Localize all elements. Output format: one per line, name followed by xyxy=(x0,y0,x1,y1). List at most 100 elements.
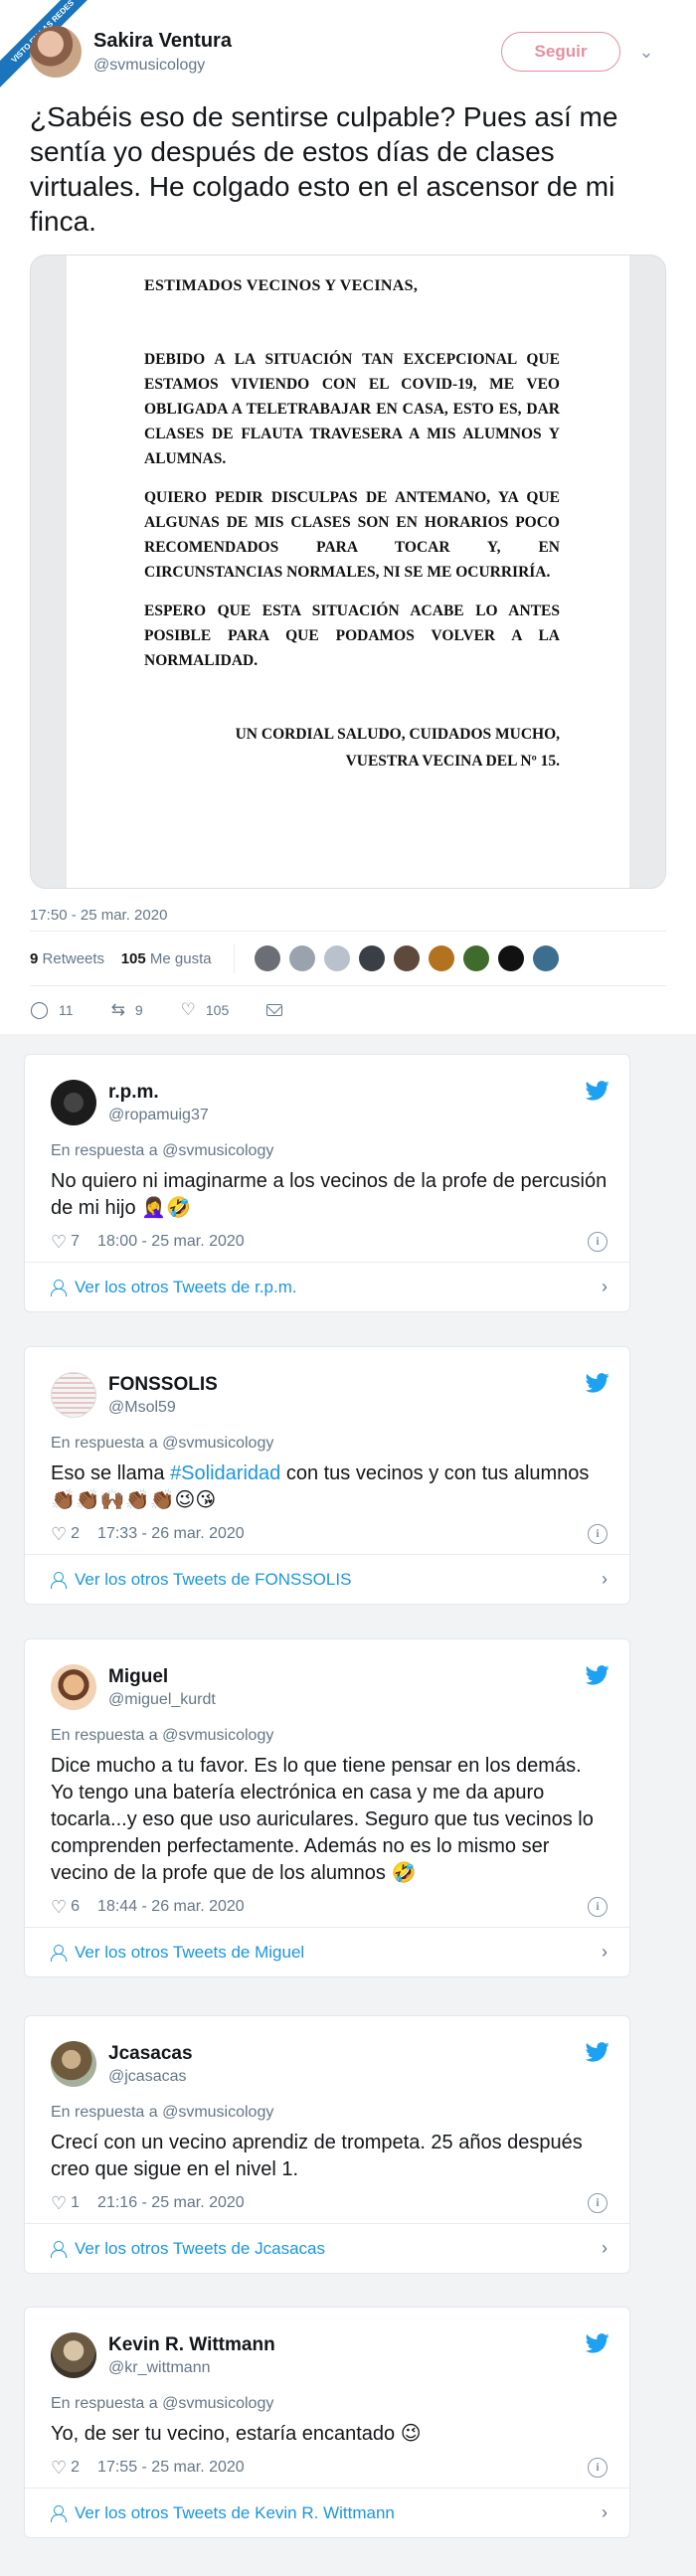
person-icon xyxy=(51,1944,67,1962)
info-icon[interactable]: i xyxy=(588,1897,608,1917)
reply-text: Eso se llama #Solidaridad con tus vecino… xyxy=(51,1460,608,1514)
chevron-right-icon: › xyxy=(602,2502,608,2522)
reply-avatar[interactable] xyxy=(51,1080,96,1125)
letter-paragraph-3: ESPERO QUE ESTA SITUACIÓN ACABE LO ANTES… xyxy=(144,602,560,669)
reply-like-count: 1 xyxy=(71,2194,81,2211)
view-more-tweets-link[interactable]: Ver los otros Tweets de Jcasacas › xyxy=(25,2223,629,2273)
reply-timestamp[interactable]: 18:00 - 25 mar. 2020 xyxy=(97,1233,245,1251)
view-more-tweets-label: Ver los otros Tweets de Miguel xyxy=(75,1942,305,1962)
twitter-bird-icon[interactable] xyxy=(586,1665,609,1685)
person-icon xyxy=(51,2504,67,2522)
reply-author-handle[interactable]: @ropamuig37 xyxy=(108,1107,209,1124)
liker-avatar[interactable] xyxy=(358,945,385,971)
heart-icon[interactable]: ♡ xyxy=(51,1524,67,1545)
replies-area: r.p.m. @ropamuig37 En respuesta a @svmus… xyxy=(0,1034,696,2576)
tweet-timestamp[interactable]: 17:50 - 25 mar. 2020 xyxy=(30,901,666,931)
likes-count: 105 xyxy=(120,949,146,967)
reply-card: r.p.m. @ropamuig37 En respuesta a @svmus… xyxy=(24,1054,630,1312)
liker-avatar[interactable] xyxy=(288,945,315,971)
reply-avatar[interactable] xyxy=(51,1664,96,1710)
letter-closing: UN CORDIAL SALUDO, CUIDADOS MUCHO, VUEST… xyxy=(144,721,560,774)
reply-author-name[interactable]: r.p.m. xyxy=(108,1082,209,1104)
author-handle[interactable]: @svmusicology xyxy=(93,57,232,75)
reply-meta: ♡ 2 17:55 - 25 mar. 2020 i xyxy=(51,2448,608,2488)
tweet-image[interactable]: ESTIMADOS VECINOS Y VECINAS, DEBIDO A LA… xyxy=(30,255,666,889)
retweets-stat[interactable]: 9 Retweets xyxy=(30,950,104,967)
chevron-right-icon: › xyxy=(602,1569,608,1589)
letter-closing-line-2: VUESTRA VECINA DEL Nº 15. xyxy=(345,753,560,770)
reply-to-label[interactable]: En respuesta a @svmusicology xyxy=(51,2395,608,2413)
reply-author-name[interactable]: Jcasacas xyxy=(108,2043,193,2065)
reply-timestamp[interactable]: 17:33 - 26 mar. 2020 xyxy=(97,1525,245,1543)
likes-stat[interactable]: 105 Me gusta xyxy=(121,950,212,967)
liker-avatar[interactable] xyxy=(462,945,489,971)
letter-closing-line-1: UN CORDIAL SALUDO, CUIDADOS MUCHO, xyxy=(235,726,560,743)
liker-avatar[interactable] xyxy=(428,945,454,971)
chevron-right-icon: › xyxy=(602,1942,608,1962)
twitter-bird-icon[interactable] xyxy=(586,1081,609,1101)
view-more-tweets-link[interactable]: Ver los otros Tweets de Kevin R. Wittman… xyxy=(25,2488,629,2537)
view-more-tweets-link[interactable]: Ver los otros Tweets de Miguel › xyxy=(25,1927,629,1976)
liker-avatar[interactable] xyxy=(323,945,350,971)
reply-timestamp[interactable]: 21:16 - 25 mar. 2020 xyxy=(97,2194,245,2212)
likes-label: Me gusta xyxy=(149,949,212,967)
reply-card: Kevin R. Wittmann @kr_wittmann En respue… xyxy=(24,2307,630,2538)
liker-avatar[interactable] xyxy=(254,945,280,971)
twitter-bird-icon[interactable] xyxy=(586,2042,609,2062)
twitter-bird-icon[interactable] xyxy=(586,1373,609,1393)
liker-avatar[interactable] xyxy=(497,945,524,971)
reply-author-name[interactable]: Miguel xyxy=(108,1666,216,1688)
author-avatar[interactable] xyxy=(30,26,82,78)
mail-icon xyxy=(266,1004,283,1016)
like-action[interactable]: ♡ 105 xyxy=(181,1000,230,1020)
heart-icon[interactable]: ♡ xyxy=(51,1897,67,1918)
reply-action[interactable]: ◯ 11 xyxy=(30,1000,74,1020)
reply-to-label[interactable]: En respuesta a @svmusicology xyxy=(51,1142,608,1160)
hashtag-link[interactable]: #Solidaridad xyxy=(170,1462,280,1484)
main-tweet: Sakira Ventura @svmusicology Seguir ⌄ ¿S… xyxy=(0,0,696,1034)
reply-meta: ♡ 1 21:16 - 25 mar. 2020 i xyxy=(51,2183,608,2223)
actions-row: ◯ 11 ⇆ 9 ♡ 105 xyxy=(30,986,666,1034)
reply-author-handle[interactable]: @Msol59 xyxy=(108,1399,218,1417)
info-icon[interactable]: i xyxy=(588,1232,608,1252)
reply-avatar[interactable] xyxy=(51,2332,96,2378)
liker-avatar[interactable] xyxy=(532,945,559,971)
follow-button[interactable]: Seguir xyxy=(501,32,620,72)
reply-avatar[interactable] xyxy=(51,2041,96,2087)
reply-meta: ♡ 2 17:33 - 26 mar. 2020 i xyxy=(51,1514,608,1554)
view-more-tweets-label: Ver los otros Tweets de r.p.m. xyxy=(75,1277,297,1296)
retweet-icon: ⇆ xyxy=(110,1000,125,1019)
reply-to-label[interactable]: En respuesta a @svmusicology xyxy=(51,1727,608,1745)
heart-icon[interactable]: ♡ xyxy=(51,2193,67,2214)
heart-icon[interactable]: ♡ xyxy=(51,1232,67,1253)
chevron-down-icon[interactable]: ⌄ xyxy=(626,42,666,63)
reply-to-label[interactable]: En respuesta a @svmusicology xyxy=(51,2104,608,2122)
info-icon[interactable]: i xyxy=(588,1524,608,1544)
view-more-tweets-label: Ver los otros Tweets de Kevin R. Wittman… xyxy=(75,2502,395,2522)
info-icon[interactable]: i xyxy=(588,2193,608,2213)
reply-timestamp[interactable]: 17:55 - 25 mar. 2020 xyxy=(97,2459,245,2477)
reply-author-handle[interactable]: @miguel_kurdt xyxy=(108,1691,216,1709)
info-icon[interactable]: i xyxy=(588,2458,608,2478)
retweet-action[interactable]: ⇆ 9 xyxy=(111,1000,143,1020)
reply-timestamp[interactable]: 18:44 - 26 mar. 2020 xyxy=(97,1898,245,1916)
chevron-right-icon: › xyxy=(602,2238,608,2258)
reply-author-handle[interactable]: @kr_wittmann xyxy=(108,2359,275,2377)
person-icon xyxy=(51,1571,67,1589)
heart-icon[interactable]: ♡ xyxy=(51,2458,67,2479)
reply-like-count: 2 xyxy=(71,1525,81,1542)
retweets-count: 9 xyxy=(30,949,39,967)
reply-to-label[interactable]: En respuesta a @svmusicology xyxy=(51,1435,608,1453)
reply-card: Jcasacas @jcasacas En respuesta a @svmus… xyxy=(24,2015,630,2274)
twitter-bird-icon[interactable] xyxy=(586,2333,609,2353)
reply-avatar[interactable] xyxy=(51,1372,96,1418)
view-more-tweets-link[interactable]: Ver los otros Tweets de FONSSOLIS › xyxy=(25,1554,629,1604)
author-name[interactable]: Sakira Ventura xyxy=(93,30,232,53)
reply-author-name[interactable]: Kevin R. Wittmann xyxy=(108,2334,275,2356)
reply-author-name[interactable]: FONSSOLIS xyxy=(108,1374,218,1396)
liker-avatar[interactable] xyxy=(393,945,420,971)
reply-author-handle[interactable]: @jcasacas xyxy=(108,2068,193,2086)
direct-message-action[interactable] xyxy=(266,1004,283,1016)
reply-icon: ◯ xyxy=(30,1000,50,1019)
view-more-tweets-link[interactable]: Ver los otros Tweets de r.p.m. › xyxy=(25,1262,629,1311)
